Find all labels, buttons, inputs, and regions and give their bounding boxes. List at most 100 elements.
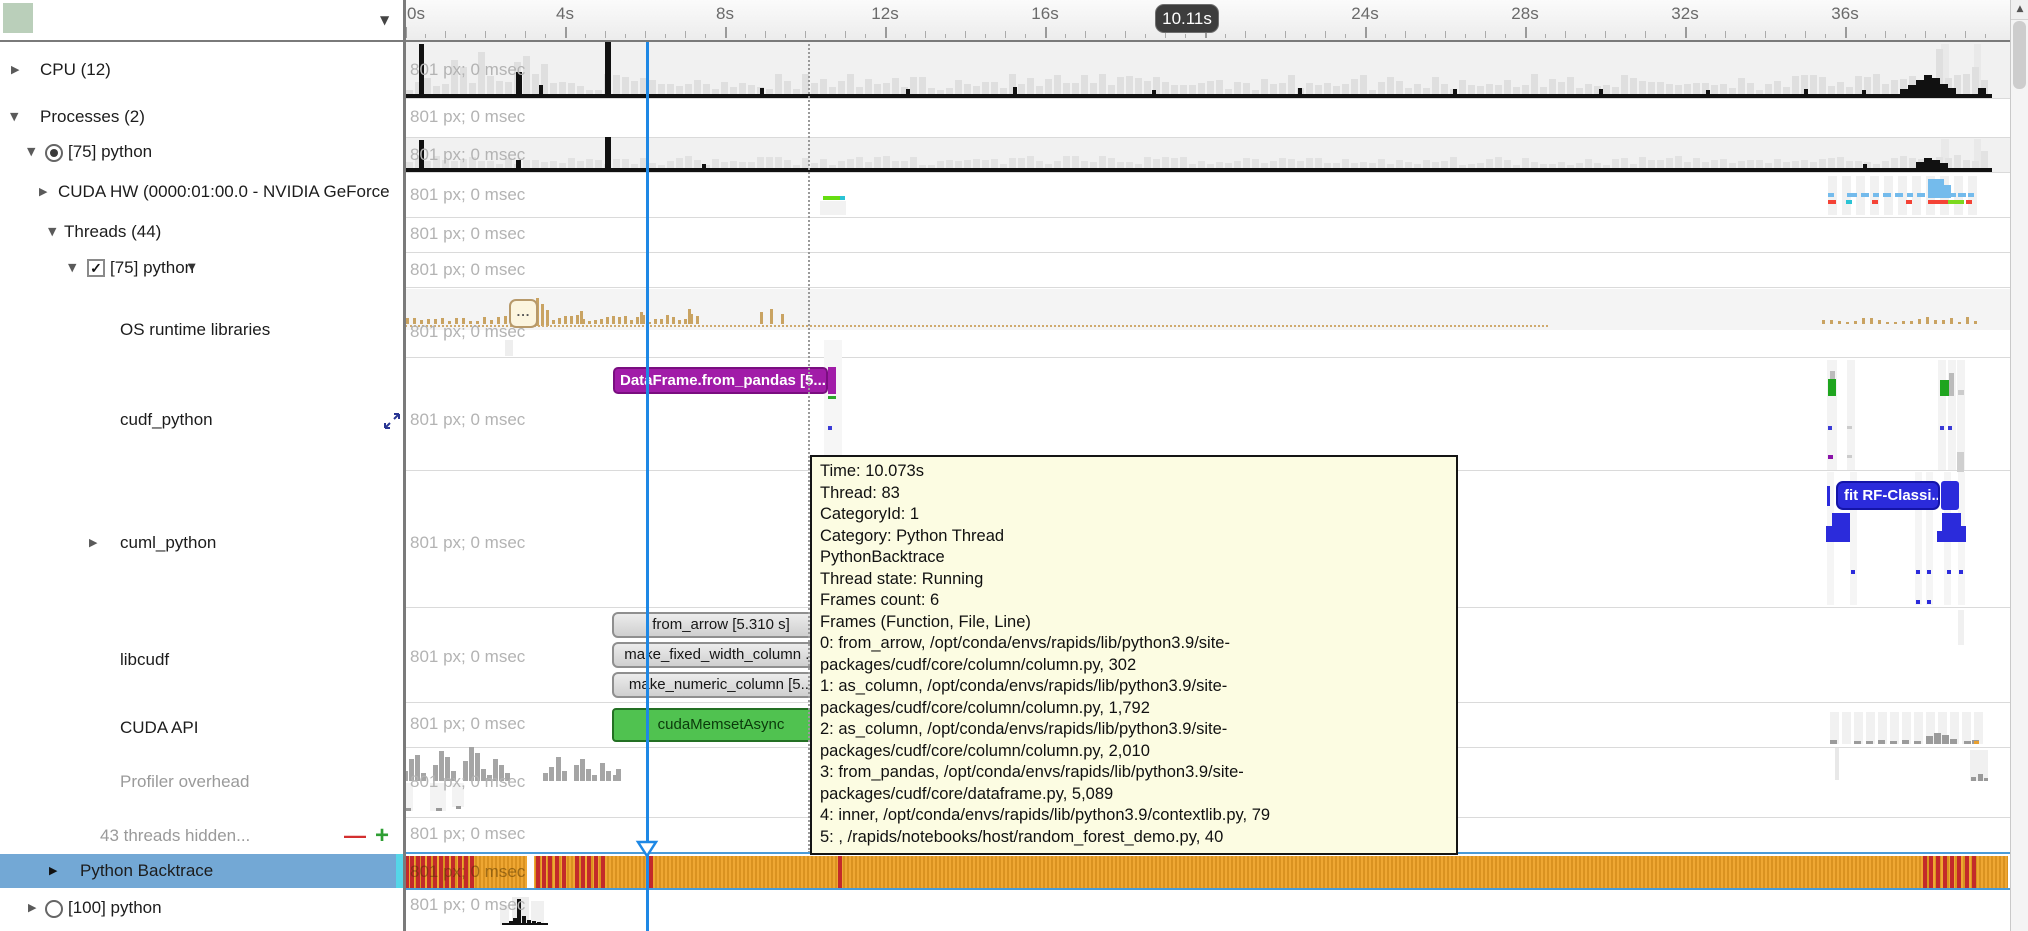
ruler-tick bbox=[1305, 34, 1306, 38]
vertical-scrollbar[interactable]: ▲ bbox=[2010, 0, 2028, 931]
timeline-mark bbox=[1765, 84, 1772, 94]
backtrace-red-stripe bbox=[1929, 856, 1933, 888]
chevron-right-icon[interactable]: ▶ bbox=[11, 55, 19, 85]
checkbox-checked-icon[interactable]: ✓ bbox=[87, 259, 105, 277]
chevron-right-icon[interactable]: ▶ bbox=[89, 528, 97, 558]
timeline-mark bbox=[919, 77, 926, 94]
sidebar-item-profiler-overhead[interactable]: Profiler overhead bbox=[0, 767, 403, 797]
timeline-mark bbox=[1486, 159, 1493, 168]
show-thread-button[interactable]: + bbox=[375, 821, 389, 851]
sidebar-item-processes[interactable]: ▼ Processes (2) bbox=[0, 102, 403, 132]
timeline-mark bbox=[1950, 318, 1953, 324]
timeline-mark bbox=[586, 769, 591, 781]
radio-selected-icon[interactable] bbox=[45, 144, 63, 162]
timeline-mark bbox=[1847, 193, 1857, 197]
timeline-cursor-arrowhead[interactable] bbox=[635, 839, 659, 859]
row-measurement-label: 801 px; 0 msec bbox=[410, 772, 525, 792]
sidebar-item-process-100-python[interactable]: ▶ [100] python bbox=[0, 893, 403, 923]
expand-row-icon[interactable] bbox=[383, 412, 401, 430]
timeline-mark bbox=[1279, 83, 1286, 94]
timeline-mark bbox=[838, 81, 845, 94]
sidebar-item-os-runtime-libraries[interactable]: OS runtime libraries bbox=[0, 315, 403, 345]
timeline-mark bbox=[973, 86, 980, 94]
timeline-mark bbox=[1872, 200, 1878, 204]
timeline-mark bbox=[1900, 156, 1907, 168]
sidebar-item-cpu[interactable]: ▶ CPU (12) bbox=[0, 55, 403, 85]
sidebar-header[interactable]: ▼ bbox=[0, 0, 403, 42]
timeline-mark bbox=[823, 196, 840, 200]
sidebar-item-cuda-hw[interactable]: ▶ CUDA HW (0000:01:00.0 - NVIDIA GeForce bbox=[0, 177, 403, 207]
timeline-mark bbox=[1966, 317, 1969, 324]
ruler-tick bbox=[1265, 34, 1266, 38]
row-divider bbox=[403, 98, 2010, 99]
tooltip-line: 2: as_column, /opt/conda/envs/rapids/lib… bbox=[820, 719, 1448, 762]
timeline-mark bbox=[1144, 157, 1151, 168]
timeline-mark bbox=[1567, 77, 1574, 94]
chevron-down-icon[interactable]: ▼ bbox=[188, 253, 196, 283]
timeline-mark bbox=[600, 763, 605, 781]
sidebar-item-thread-75-python[interactable]: ▼ ✓ [75] python ▼ bbox=[0, 253, 403, 283]
timeline-mark bbox=[1495, 85, 1502, 94]
timeline-mark bbox=[1198, 161, 1205, 168]
timeline-mark bbox=[820, 159, 827, 168]
timeline-mark bbox=[606, 317, 609, 324]
ruler-tick bbox=[1485, 31, 1486, 38]
time-ruler[interactable]: 0s 4s 8s 12s 16s 20s 24s 28s 32s 36s 10.… bbox=[403, 0, 2010, 42]
timeline-mark bbox=[1027, 156, 1034, 168]
chevron-right-icon[interactable]: ▶ bbox=[28, 893, 36, 923]
sidebar-item-libcudf[interactable]: libcudf bbox=[0, 645, 403, 675]
sidebar-item-cudf-python[interactable]: cudf_python bbox=[0, 405, 403, 435]
chevron-down-icon[interactable]: ▼ bbox=[10, 102, 18, 132]
chevron-down-icon[interactable]: ▼ bbox=[68, 253, 76, 283]
timeline-mark bbox=[1036, 86, 1043, 94]
row-divider bbox=[403, 357, 2010, 358]
scrollbar-up-arrow-icon[interactable]: ▲ bbox=[2011, 0, 2028, 20]
timeline-mark bbox=[694, 80, 701, 94]
ruler-tick bbox=[1865, 34, 1866, 38]
timeline-mark bbox=[1909, 158, 1916, 168]
sidebar-item-cuml-python[interactable]: ▶ cuml_python bbox=[0, 528, 403, 558]
timeline-mark bbox=[1862, 318, 1865, 324]
event-bar-from-arrow[interactable]: from_arrow [5.310 s] bbox=[612, 612, 830, 638]
header-dropdown-icon[interactable]: ▼ bbox=[380, 13, 389, 27]
row-measurement-label: 801 px; 0 msec bbox=[410, 107, 525, 127]
event-bar-make-numeric-column[interactable]: make_numeric_column [5... bbox=[612, 672, 830, 698]
timeline-mark bbox=[1162, 157, 1169, 168]
sidebar-item-threads[interactable]: ▼ Threads (44) bbox=[0, 217, 403, 247]
timeline-mark bbox=[1108, 158, 1115, 168]
timeline-cursor-line[interactable] bbox=[646, 33, 649, 931]
event-bar-fit-rf-classifier[interactable]: fit RF-Classi... bbox=[1836, 481, 1940, 510]
chevron-right-icon[interactable]: ▶ bbox=[39, 177, 47, 207]
chevron-down-icon[interactable]: ▼ bbox=[48, 217, 56, 247]
scrollbar-thumb[interactable] bbox=[2013, 21, 2026, 89]
ruler-tick-label: 0s bbox=[407, 4, 425, 24]
radio-unselected-icon[interactable] bbox=[45, 900, 63, 918]
timeline-mark bbox=[883, 83, 890, 94]
chevron-down-icon[interactable]: ▼ bbox=[27, 137, 35, 167]
ruler-tick bbox=[505, 34, 506, 38]
timeline-mark bbox=[1279, 158, 1286, 168]
timeline-mark bbox=[595, 160, 602, 168]
sidebar-item-threads-hidden[interactable]: 43 threads hidden... — + bbox=[0, 821, 403, 851]
event-bar-make-fixed-width-column[interactable]: make_fixed_width_column ... bbox=[612, 642, 830, 668]
timeline-mark bbox=[820, 79, 827, 94]
ruler-tick bbox=[565, 27, 567, 38]
timeline-mark bbox=[1819, 77, 1826, 94]
sidebar-item-cuda-api[interactable]: CUDA API bbox=[0, 713, 403, 743]
timeline-mark bbox=[1243, 83, 1250, 94]
timeline-mark bbox=[1540, 87, 1547, 94]
event-bar-cuda-memset-async[interactable]: cudaMemsetAsync bbox=[612, 708, 830, 742]
timeline-mark bbox=[1621, 75, 1628, 94]
ruler-tick bbox=[1085, 31, 1086, 38]
sidebar-item-process-75-python[interactable]: ▼ [75] python bbox=[0, 137, 403, 167]
timeline-mark bbox=[1924, 75, 1932, 94]
timeline-mark bbox=[910, 157, 917, 168]
timeline-mark bbox=[605, 137, 611, 168]
chevron-right-icon[interactable]: ▶ bbox=[49, 856, 57, 886]
timeline-mark bbox=[1504, 80, 1511, 94]
timeline-mark bbox=[580, 311, 583, 324]
hide-thread-button[interactable]: — bbox=[344, 821, 366, 851]
timeline-mark bbox=[546, 310, 549, 326]
timeline-mark bbox=[1657, 160, 1664, 168]
sidebar-item-python-backtrace[interactable]: ▶ Python Backtrace bbox=[0, 856, 403, 886]
